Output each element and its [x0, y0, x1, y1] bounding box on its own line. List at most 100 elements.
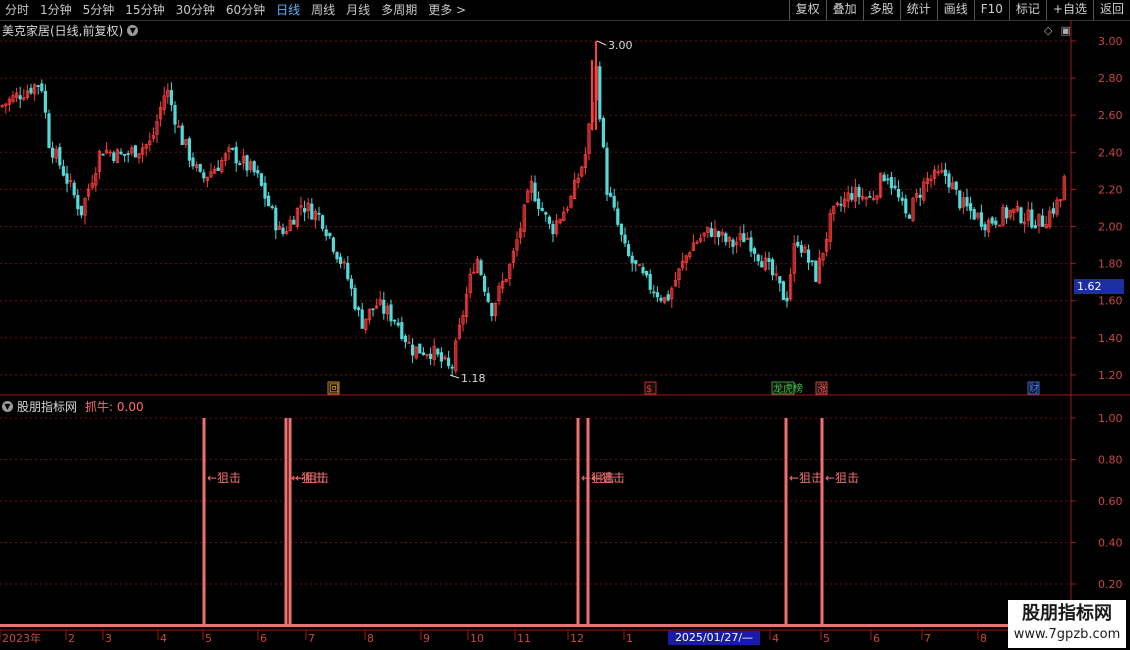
candle-body — [781, 281, 786, 301]
price-tick-label: 3.00 — [1098, 35, 1123, 48]
candle-body — [360, 309, 364, 329]
event-marker-2: 龙虎榜 — [773, 382, 803, 395]
candle-body — [40, 83, 44, 92]
indicator-tick-label: 0.40 — [1098, 537, 1123, 550]
candle-body — [630, 255, 634, 264]
candle-body — [29, 87, 33, 94]
candle-body — [486, 293, 490, 302]
candle-body — [807, 249, 811, 263]
indicator-title: ▼ 股朋指标网 抓牛: 0.00 — [2, 398, 144, 415]
candle-body — [259, 173, 264, 186]
candle-body — [400, 322, 404, 340]
candle-body — [983, 224, 987, 231]
kline-chart[interactable]: 3.00 2.80 2.60 2.40 2.20 2.00 1.80 1.60 1.40 1.20… — [0, 0, 1130, 650]
candle-body — [72, 182, 76, 196]
candle-body — [79, 205, 83, 216]
signal-label: ←狙击 — [295, 471, 329, 485]
indicator-tick-label: 0.60 — [1098, 495, 1123, 508]
candle-body — [839, 203, 843, 206]
candle-body — [133, 145, 137, 158]
event-marker-3: 涨 — [817, 383, 827, 395]
candle-body — [641, 267, 645, 274]
candle-body — [187, 138, 191, 161]
candle-body — [544, 212, 548, 215]
candle-body — [112, 152, 116, 161]
candle-body — [421, 352, 426, 356]
candle-body — [954, 181, 958, 190]
candle-body — [540, 207, 544, 212]
candle-body — [1051, 208, 1055, 214]
candle-body — [245, 155, 249, 171]
candle-body — [965, 196, 969, 207]
candle-body — [533, 182, 537, 202]
candle-body — [317, 212, 321, 215]
candle-body — [1041, 215, 1045, 227]
candle-body — [191, 157, 195, 167]
candle-body — [990, 217, 994, 224]
candle-body — [36, 85, 40, 87]
candle-body — [403, 335, 408, 343]
signal-label: ←狙击 — [789, 471, 823, 485]
price-tick-label: 1.20 — [1098, 369, 1123, 382]
candle-body — [479, 260, 483, 275]
watermark-title: 股朋指标网 — [1022, 603, 1112, 624]
event-marker-0: 回 — [329, 383, 339, 395]
candle-body — [598, 66, 602, 120]
candle-body — [969, 203, 973, 211]
candle-body — [907, 214, 912, 219]
candle-body — [767, 258, 771, 263]
candle-body — [51, 147, 55, 158]
candle-body — [645, 271, 649, 276]
price-tick-label: 1.60 — [1098, 295, 1123, 308]
price-tick-label: 2.60 — [1098, 109, 1123, 122]
candle-body — [230, 147, 235, 150]
signal-bar — [820, 418, 824, 626]
candle-body — [180, 125, 184, 145]
candle-body — [119, 151, 123, 155]
time-axis-label: 8 — [980, 632, 987, 645]
candle-body — [947, 173, 951, 188]
candle-body — [256, 170, 260, 174]
watermark-url: www.7gpzb.com — [1013, 627, 1121, 642]
candle-body — [274, 207, 278, 231]
candle-body — [234, 146, 238, 164]
time-axis-label: 7 — [308, 632, 315, 645]
event-marker-4: 财 — [1029, 382, 1039, 395]
candle-body — [126, 153, 130, 155]
candle-body — [918, 194, 922, 198]
candle-body — [389, 304, 393, 322]
candle-body — [778, 276, 782, 284]
candle-body — [893, 185, 897, 189]
candle-body — [724, 233, 728, 243]
chevron-down-icon[interactable]: ▼ — [2, 401, 13, 412]
candle-body — [547, 216, 552, 224]
candle-body — [1005, 207, 1009, 219]
candle-body — [392, 319, 397, 322]
candle-body — [619, 223, 624, 235]
candle-body — [173, 105, 177, 125]
indicator-baseline — [0, 624, 1071, 627]
signal-label: ←狙击 — [207, 471, 241, 485]
candle-body — [331, 237, 336, 252]
signal-bar — [576, 418, 580, 626]
candle-body — [771, 259, 775, 276]
candle-body — [850, 193, 854, 200]
candle-body — [634, 260, 638, 265]
candle-body — [320, 215, 325, 229]
indicator-name: 股朋指标网 — [17, 400, 78, 414]
candle-body — [717, 231, 721, 238]
candle-body — [609, 192, 613, 197]
candle-body — [958, 190, 962, 209]
indicator-tick-label: 0.80 — [1098, 454, 1123, 467]
candle-body — [889, 176, 894, 189]
candle-body — [292, 219, 296, 225]
candle-body — [58, 147, 62, 166]
signal-bar — [288, 418, 292, 626]
high-pointer — [596, 40, 607, 46]
candle-body — [904, 198, 908, 214]
candle-body — [123, 153, 127, 156]
candle-body — [238, 163, 242, 166]
candle-body — [490, 303, 494, 317]
cursor-date-tag: 2025/01/27/— — [668, 631, 760, 645]
candle-body — [418, 343, 422, 354]
